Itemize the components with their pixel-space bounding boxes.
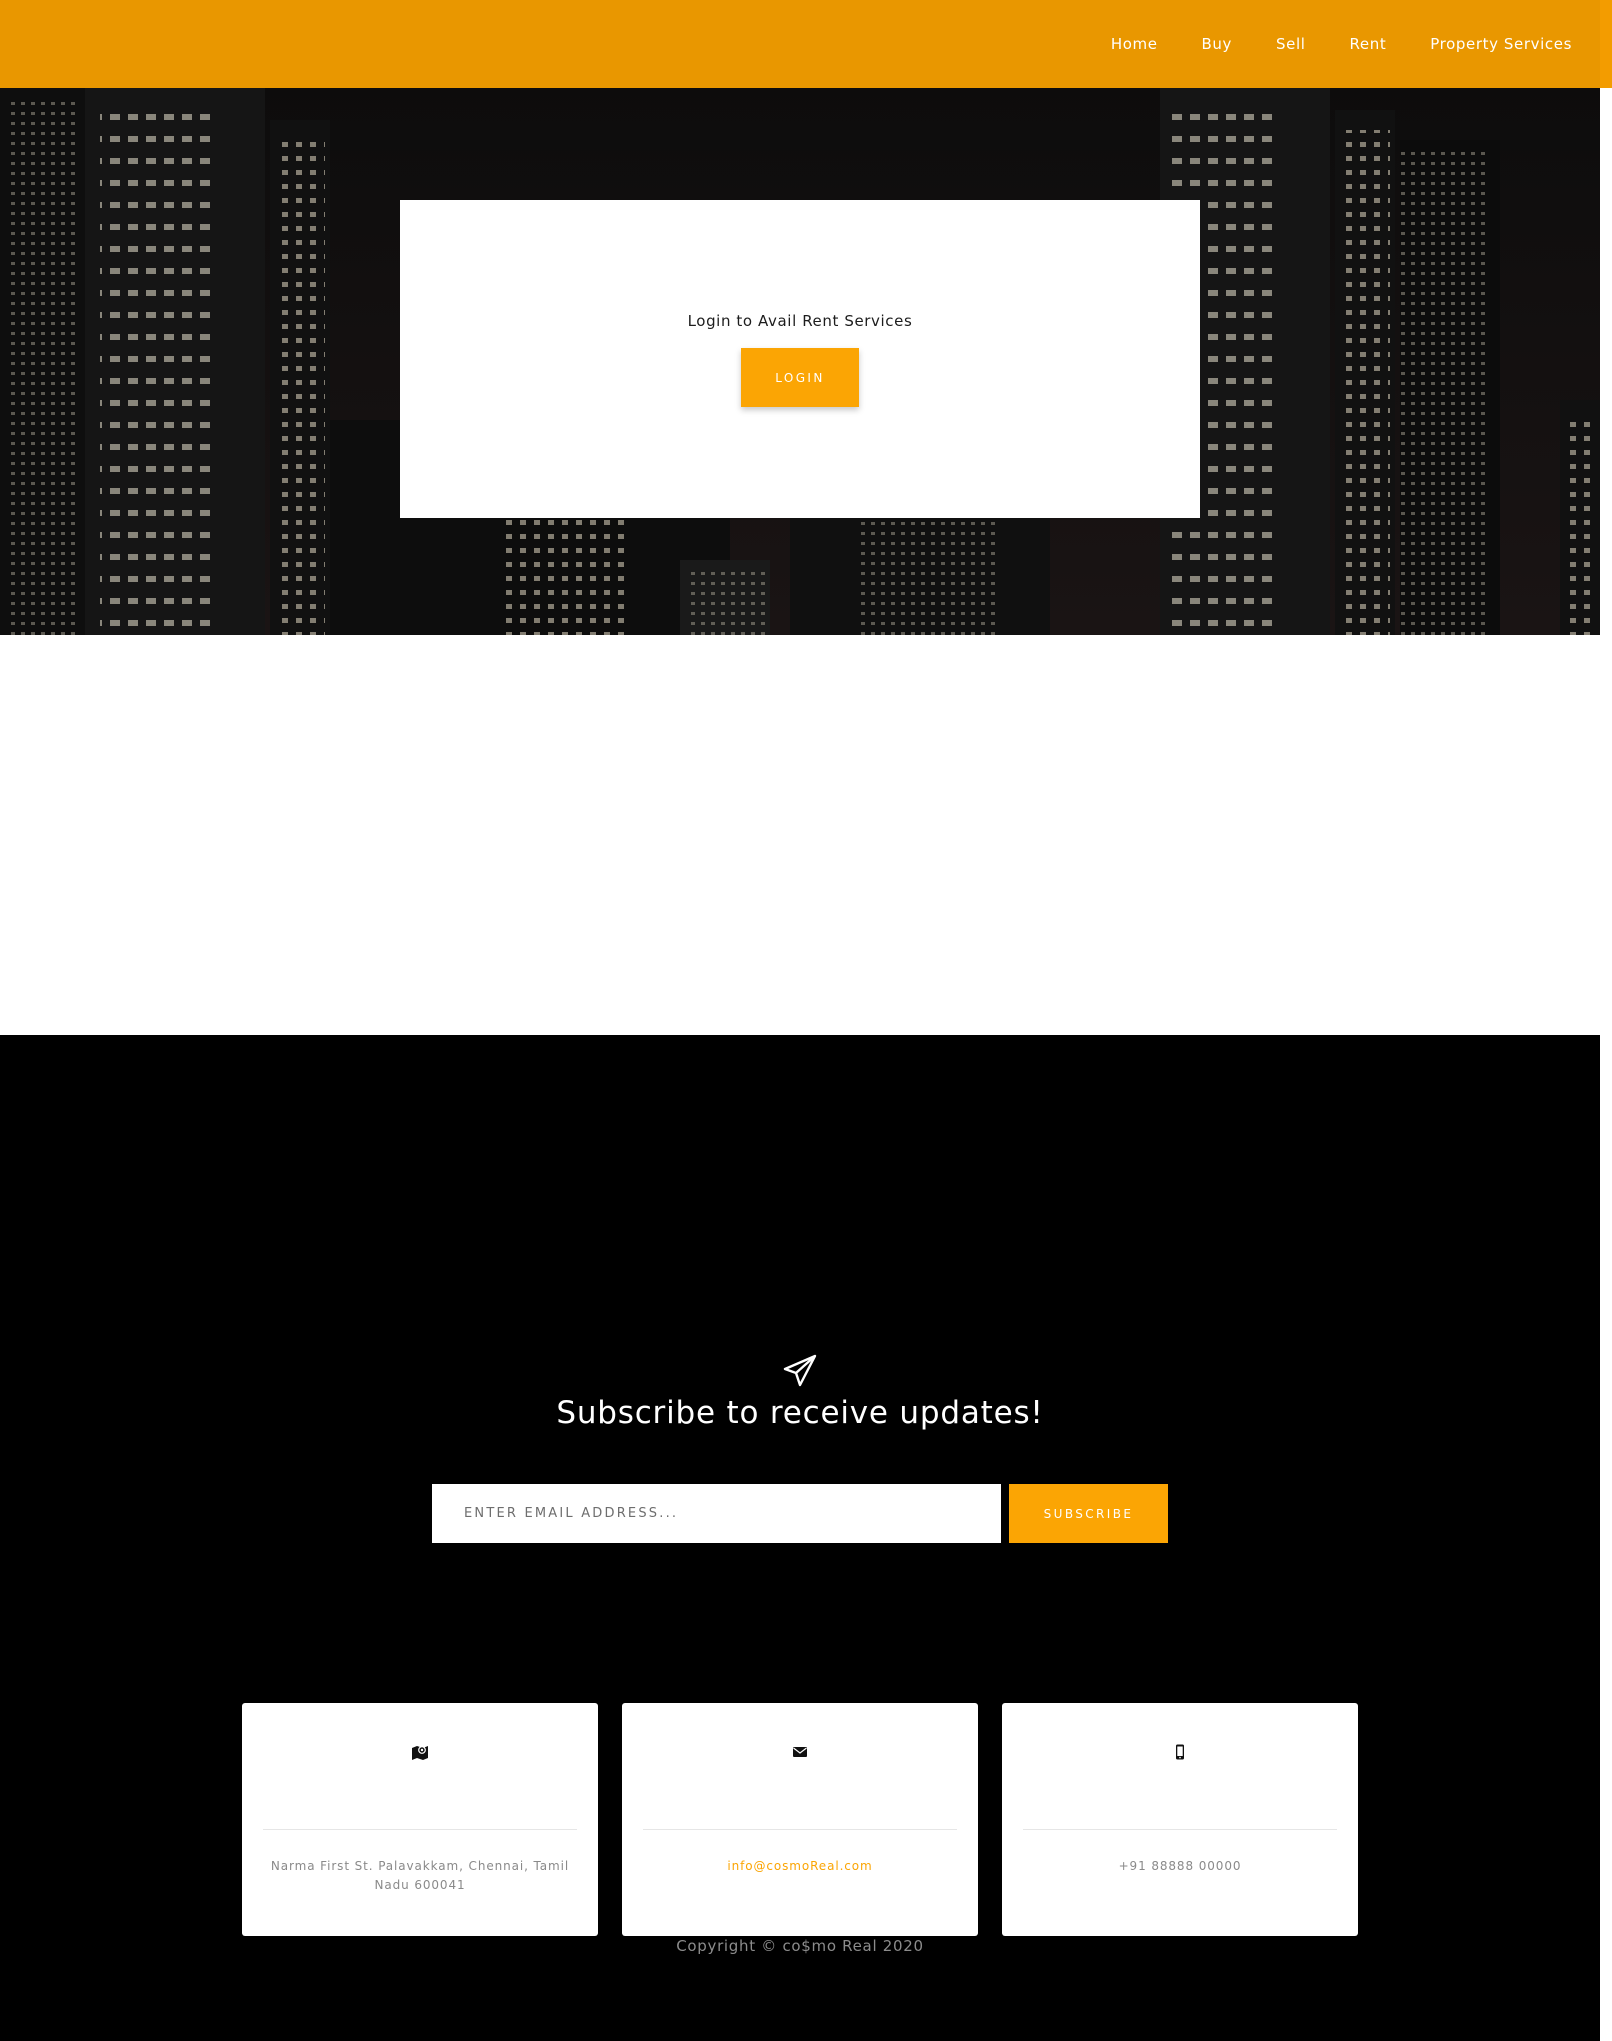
nav-home[interactable]: Home — [1089, 35, 1180, 53]
nav-sell[interactable]: Sell — [1254, 35, 1328, 53]
map-marker-icon — [412, 1746, 428, 1760]
top-navbar: Home Buy Sell Rent Property Services — [0, 0, 1612, 88]
login-card: Login to Avail Rent Services LOGIN — [400, 200, 1200, 518]
nav-rent[interactable]: Rent — [1328, 35, 1409, 53]
email-input[interactable] — [432, 1484, 1001, 1543]
phone-text: +91 88888 00000 — [1118, 1859, 1242, 1873]
email-link[interactable]: info@cosmoReal.com — [650, 1857, 950, 1876]
card-divider — [643, 1829, 957, 1830]
login-button[interactable]: LOGIN — [741, 348, 859, 407]
copyright-text: Copyright © co$mo Real 2020 — [676, 1937, 924, 1955]
address-text: Narma First St. Palavakkam, Chennai, Tam… — [270, 1859, 570, 1892]
phone-card: +91 88888 00000 — [1002, 1703, 1358, 1936]
header-edge-strip — [1600, 0, 1612, 88]
email-card: info@cosmoReal.com — [622, 1703, 978, 1936]
nav-property-services[interactable]: Property Services — [1408, 35, 1572, 53]
card-divider — [263, 1829, 577, 1830]
footer-section: Subscribe to receive updates! SUBSCRIBE … — [0, 1035, 1600, 2041]
address-card: Narma First St. Palavakkam, Chennai, Tam… — [242, 1703, 598, 1936]
subscribe-button[interactable]: SUBSCRIBE — [1009, 1484, 1168, 1543]
subscribe-title: Subscribe to receive updates! — [556, 1395, 1044, 1431]
login-message: Login to Avail Rent Services — [687, 312, 913, 330]
card-divider — [1023, 1829, 1337, 1830]
envelope-icon — [793, 1747, 807, 1757]
page: Home Buy Sell Rent Property Services Log… — [0, 0, 1612, 2041]
mobile-phone-icon — [1176, 1744, 1184, 1760]
paper-plane-icon — [783, 1354, 817, 1387]
main-nav: Home Buy Sell Rent Property Services — [1089, 0, 1572, 88]
nav-buy[interactable]: Buy — [1180, 35, 1254, 53]
